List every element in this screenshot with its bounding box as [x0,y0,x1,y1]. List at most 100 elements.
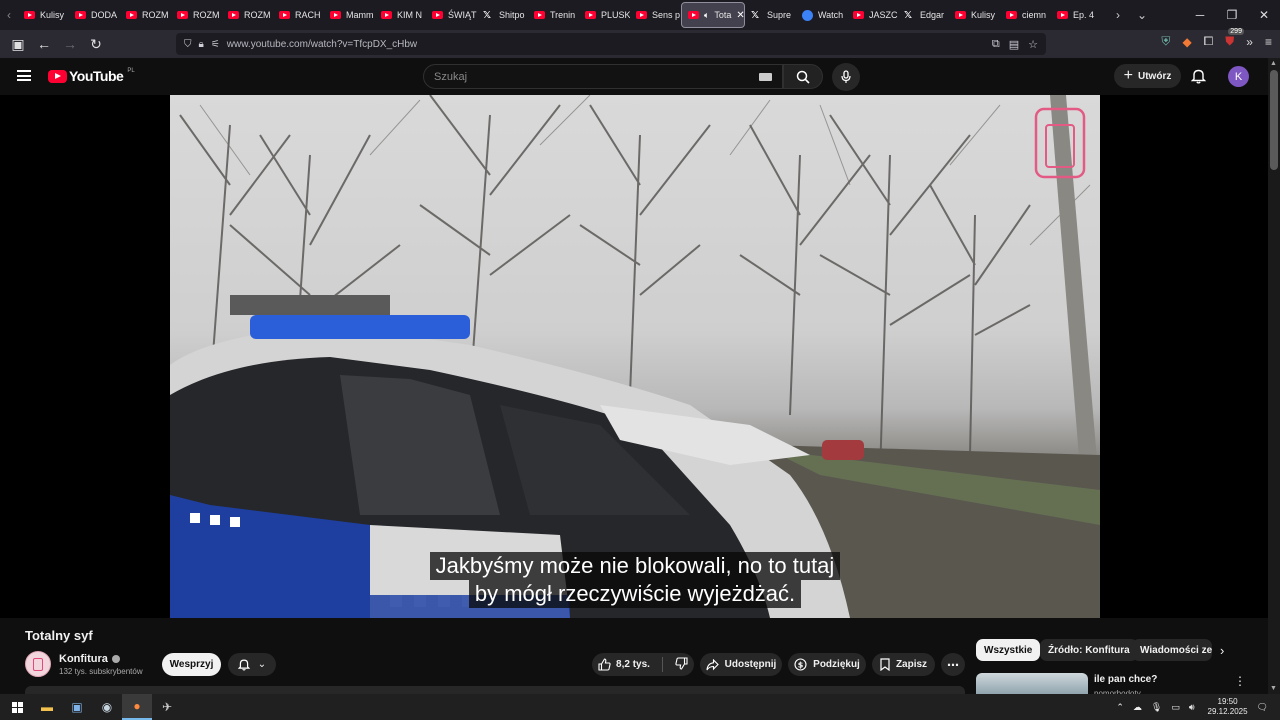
video-player[interactable]: Jakbyśmy może nie blokowali, no to tutaj… [170,95,1100,618]
list-all-tabs-icon[interactable]: ⌄ [1130,8,1154,22]
steam-icon[interactable]: ◉ [92,694,122,720]
browser-tab[interactable]: Sens p [630,2,681,28]
tray-overflow-chevron-icon[interactable]: ⌃ [1116,702,1124,713]
forward-icon[interactable]: → [58,32,82,56]
url-bar[interactable]: ⛉ 🔒︎ ⚟ www.youtube.com/watch?v=TfcpDX_cH… [176,33,1046,55]
extension-shield-icon[interactable]: ⛨ [1161,34,1170,49]
scrollbar-thumb[interactable] [1270,70,1278,170]
tab-label: Supre [767,10,792,20]
youtube-favicon-icon [1006,11,1017,19]
start-button[interactable] [2,694,32,720]
browser-tab[interactable]: ROZM [120,2,171,28]
browser-tab[interactable]: 𝕏 Edgar [898,2,949,28]
browser-tab[interactable]: ROZM [222,2,273,28]
browser-tab[interactable]: ciemn [1000,2,1051,28]
dislike-button[interactable] [675,656,688,673]
browser-tab[interactable]: JASZC [847,2,898,28]
like-button[interactable]: 8,2 tys. [598,658,650,671]
description-box[interactable] [25,686,965,694]
scroll-down-icon[interactable]: ▼ [1270,685,1277,692]
notifications-bell-icon[interactable] [1190,68,1207,89]
keyboard-icon[interactable] [759,73,772,81]
tracking-shield-icon[interactable]: ⛉ [184,39,192,50]
picture-in-picture-icon[interactable]: ⧉ [992,38,1000,51]
browser-tab[interactable]: 𝕏 Shitpo [477,2,528,28]
youtube-logo[interactable]: YouTube PL [48,68,135,84]
channel-avatar[interactable] [25,651,51,677]
chips-next-icon[interactable]: › [1220,643,1224,658]
reader-view-icon[interactable]: ▤ [1009,38,1019,51]
onedrive-cloud-icon[interactable]: ☁ [1133,702,1142,713]
volume-icon[interactable]: 🔊︎ [1189,702,1195,713]
share-button[interactable]: Udostępnij [700,653,782,676]
browser-tab-active[interactable]: 🔈︎ Tota ✕ [681,2,745,28]
extension-ublock-icon[interactable]: ⛊ 299 [1225,28,1244,49]
browser-tab[interactable]: PLUSK [579,2,630,28]
browser-tab[interactable]: Kulisy [18,2,69,28]
chip-all[interactable]: Wszystkie [976,639,1041,661]
minimize-window-icon[interactable]: ─ [1184,8,1216,22]
voice-search-button[interactable] [832,63,860,91]
search-button[interactable] [783,64,823,89]
tab-label: KIM N [397,10,423,20]
app-menu-icon[interactable]: ≡ [1265,35,1272,49]
bookmark-star-icon[interactable]: ☆ [1028,38,1038,51]
browser-tab[interactable]: Watch [796,2,847,28]
back-icon[interactable]: ← [32,32,56,56]
overflow-menu-icon[interactable]: » [1246,35,1253,49]
browser-tab[interactable]: ROZM [171,2,222,28]
thanks-button[interactable]: $ Podziękuj [788,653,866,676]
recommendation-thumbnail[interactable] [976,673,1088,694]
browser-tab[interactable]: DODA [69,2,120,28]
url-text[interactable]: www.youtube.com/watch?v=TfcpDX_cHbw [227,39,417,50]
browser-tab[interactable]: KIM N [375,2,426,28]
create-button[interactable]: + Utwórz [1114,64,1181,88]
save-button[interactable]: Zapisz [872,653,935,676]
page-scrollbar[interactable]: ▲ ▼ [1268,58,1280,694]
extension-fox-icon[interactable]: ◆ [1182,35,1191,49]
sidebar-toggle-icon[interactable]: ▣ [6,32,30,56]
restore-window-icon[interactable]: ❐ [1216,8,1248,22]
remote-desktop-icon[interactable]: ▣ [62,694,92,720]
support-button[interactable]: Wesprzyj [162,653,221,676]
permissions-icon[interactable]: ⚟ [211,39,220,50]
chip-source-channel[interactable]: Źródło: Konfitura [1040,639,1138,661]
browser-tab[interactable]: Mamm [324,2,375,28]
channel-name-link[interactable]: Konfitura [59,653,120,665]
tab-label: Tota [714,10,732,20]
tab-audio-icon[interactable]: 🔈︎ [704,10,709,21]
app-rocket-icon[interactable]: ✈ [152,694,182,720]
video-title: Totalny syf [25,628,93,643]
subscription-bell-button[interactable]: ⌄ [228,653,276,676]
notifications-center-icon[interactable]: 🗨︎ [1257,702,1268,713]
subtitle-line: by mógł rzeczywiście wyjeżdżać. [468,580,802,608]
tab-scroll-left-icon[interactable]: ‹ [0,0,18,30]
search-input[interactable]: Szukaj [423,64,783,89]
file-explorer-icon[interactable]: ▬ [32,694,62,720]
extensions-puzzle-icon[interactable]: ⧠ [1204,34,1214,49]
guide-menu-icon[interactable] [17,70,31,81]
browser-tab[interactable]: ŚWIĄT [426,2,477,28]
recommendation-menu-icon[interactable]: ⋮ [1234,674,1246,688]
close-tab-icon[interactable]: ✕ [736,10,744,21]
scroll-up-icon[interactable]: ▲ [1270,60,1277,67]
lock-icon[interactable]: 🔒︎ [199,39,204,50]
more-actions-icon[interactable]: ⋯ [941,653,965,676]
jar-logo-icon [33,657,43,671]
firefox-icon[interactable]: ● [122,694,152,720]
recommendation-title[interactable]: ile pan chce? [1094,674,1157,685]
browser-tab[interactable]: 𝕏 Supre [745,2,796,28]
chip-news[interactable]: Wiadomości ze [1132,639,1212,661]
account-avatar[interactable]: K [1228,66,1249,87]
close-window-icon[interactable]: ✕ [1248,8,1280,22]
like-dislike-group: 8,2 tys. [592,653,694,676]
reload-icon[interactable]: ↻ [84,32,108,56]
browser-tab[interactable]: Kulisy [949,2,1000,28]
tab-scroll-right-icon[interactable]: › [1106,8,1130,22]
taskbar-clock[interactable]: 19:50 29.12.2025 [1208,697,1248,717]
browser-tab[interactable]: Trenin [528,2,579,28]
microphone-tray-icon[interactable]: 🎙︎ [1151,702,1162,713]
browser-tab[interactable]: Ep. 4 [1051,2,1102,28]
network-icon[interactable]: ▭ [1171,702,1180,713]
browser-tab[interactable]: RACH [273,2,324,28]
